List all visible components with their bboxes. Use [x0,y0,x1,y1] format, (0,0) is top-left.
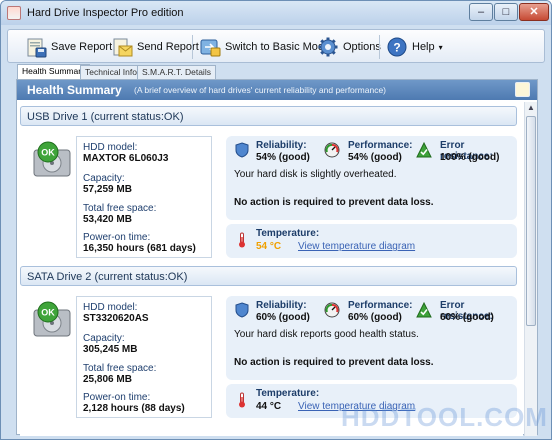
model-value: MAXTOR 6L060J3 [83,153,169,164]
capacity-value: 57,259 MB [83,184,132,195]
health-status-card: Reliability: 60% (good) Performance: 60%… [226,296,517,380]
send-report-button[interactable]: Send Report [108,33,202,61]
status-message: Your hard disk reports good health statu… [234,329,419,340]
power-on-value: 16,350 hours (681 days) [83,243,196,254]
toolbar: Save Report Send Report Switch to Basic … [7,29,545,63]
performance-value: 54% (good) [348,152,402,163]
app-window: Hard Drive Inspector Pro edition – □ ✕ S… [0,0,552,440]
drive-header[interactable]: USB Drive 1 (current status:OK) [20,106,517,126]
svg-text:OK: OK [41,308,55,318]
save-report-button[interactable]: Save Report [22,33,115,61]
hard-drive-ok-icon: OK [33,301,71,337]
performance-label: Performance: [348,140,413,151]
drive-title: SATA Drive 2 (current status:OK) [27,271,188,283]
status-message: Your hard disk is slightly overheated. [234,169,397,180]
performance-label: Performance: [348,300,413,311]
model-label: HDD model: [83,142,138,153]
temperature-label: Temperature: [256,228,320,239]
capacity-label: Capacity: [83,173,125,184]
svg-text:?: ? [393,41,400,55]
minimize-button[interactable]: – [469,3,493,21]
switch-mode-icon [200,39,221,57]
tab-technical-info[interactable]: Technical Info [80,65,142,79]
switch-mode-button[interactable]: Switch to Basic Mode [196,33,333,61]
model-value: ST3320620AS [83,313,149,324]
free-space-label: Total free space: [83,363,157,374]
recommended-action: No action is required to prevent data lo… [234,357,434,368]
temperature-value: 54 °C [256,241,282,252]
reliability-label: Reliability: [256,140,307,151]
maximize-button[interactable]: □ [494,3,518,21]
help-icon: ? [387,37,407,57]
shield-icon [235,302,249,318]
reliability-value: 60% (good) [256,312,310,323]
gear-icon [318,37,338,57]
free-space-label: Total free space: [83,203,157,214]
save-report-label: Save Report [51,41,113,53]
free-space-value: 53,420 MB [83,214,132,225]
shield-icon [235,142,249,158]
check-icon [416,302,432,318]
title-bar[interactable]: Hard Drive Inspector Pro edition – □ ✕ [1,1,551,25]
close-button[interactable]: ✕ [519,3,549,21]
thermometer-icon [239,392,245,408]
vertical-scrollbar[interactable]: ▲ [524,102,537,436]
error-resistance-value: 100% (good) [440,152,500,163]
watermark: HDDTOOL.COM [341,402,548,432]
temperature-value: 44 °C [256,401,282,412]
temperature-card: Temperature: 54 °C View temperature diag… [226,224,517,258]
power-on-label: Power-on time: [83,232,151,243]
summary-header: Health Summary (A brief overview of hard… [17,80,537,100]
summary-title: Health Summary [27,83,122,97]
drives-list: USB Drive 1 (current status:OK) OK HDD m… [20,102,523,436]
power-on-label: Power-on time: [83,392,151,403]
temperature-label: Temperature: [256,388,320,399]
toolbar-separator [379,35,380,59]
summary-subtitle: (A brief overview of hard drives' curren… [134,85,387,95]
app-icon [7,6,21,20]
print-icon[interactable] [515,82,530,97]
model-label: HDD model: [83,302,138,313]
free-space-value: 25,806 MB [83,374,132,385]
health-status-card: Reliability: 54% (good) Performance: 54%… [226,136,517,220]
options-button[interactable]: Options [314,33,384,61]
power-on-value: 2,128 hours (88 days) [83,403,185,414]
reliability-value: 54% (good) [256,152,310,163]
send-report-icon [113,38,133,57]
capacity-label: Capacity: [83,333,125,344]
save-report-icon [27,38,47,58]
error-resistance-value: 60% (good) [440,312,494,323]
scroll-up-button[interactable]: ▲ [525,102,537,114]
drive-title: USB Drive 1 (current status:OK) [27,111,184,123]
check-icon [416,142,432,158]
toolbar-separator [192,35,193,59]
performance-value: 60% (good) [348,312,402,323]
drive-info-box: HDD model: MAXTOR 6L060J3 Capacity: 57,2… [76,136,212,258]
drive-info-box: HDD model: ST3320620AS Capacity: 305,245… [76,296,212,418]
tab-smart-details[interactable]: S.M.A.R.T. Details [137,65,216,79]
view-temperature-diagram-link[interactable]: View temperature diagram [298,241,415,252]
capacity-value: 305,245 MB [83,344,138,355]
hard-drive-ok-icon: OK [33,141,71,177]
options-label: Options [343,41,381,53]
recommended-action: No action is required to prevent data lo… [234,197,434,208]
gauge-icon [324,142,340,158]
thermometer-icon [239,232,245,248]
chevron-down-icon: ▾ [438,42,443,52]
gauge-icon [324,302,340,318]
help-button[interactable]: ? Help ▾ [383,33,446,61]
help-label: Help [412,41,435,53]
svg-text:OK: OK [41,148,55,158]
health-summary-panel: Health Summary (A brief overview of hard… [16,79,538,436]
window-title: Hard Drive Inspector Pro edition [27,7,184,19]
drive-header[interactable]: SATA Drive 2 (current status:OK) [20,266,517,286]
reliability-label: Reliability: [256,300,307,311]
send-report-label: Send Report [137,41,199,53]
scroll-thumb[interactable] [526,116,536,326]
